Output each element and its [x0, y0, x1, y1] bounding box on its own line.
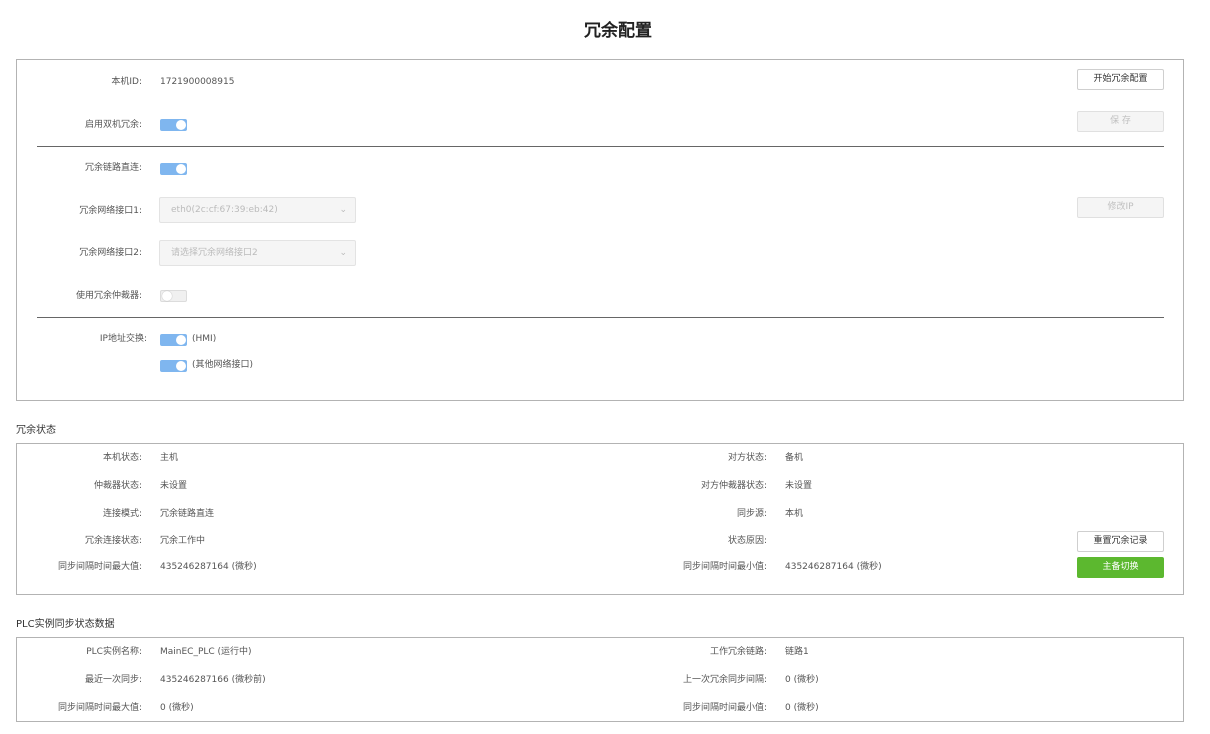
ip-swap-hmi-toggle[interactable]	[160, 334, 187, 346]
plc-min-interval-value: 0 (微秒)	[785, 703, 819, 713]
plc-max-interval-label: 同步间隔时间最大值:	[57, 703, 142, 713]
plc-max-interval-value: 0 (微秒)	[160, 703, 194, 713]
start-redundancy-config-button[interactable]: 开始冗余配置	[1077, 69, 1164, 90]
redundancy-status-panel: 本机状态: 主机 对方状态: 备机 仲裁器状态: 未设置 对方仲裁器状态: 未设…	[16, 443, 1184, 595]
peer-arbiter-label: 对方仲裁器状态:	[700, 481, 767, 491]
iface1-label: 冗余网络接口1:	[79, 206, 142, 216]
iface2-label: 冗余网络接口2:	[79, 248, 142, 258]
prev-interval-value: 0 (微秒)	[785, 675, 819, 685]
chevron-down-icon: ⌄	[339, 248, 347, 258]
peer-state-label: 对方状态:	[727, 453, 767, 463]
iface1-value: eth0(2c:cf:67:39:eb:42)	[171, 205, 278, 215]
iface2-select[interactable]: 请选择冗余网络接口2 ⌄	[159, 240, 356, 266]
redundancy-status-title: 冗余状态	[16, 425, 56, 436]
ip-swap-hmi-label: (HMI)	[192, 334, 217, 344]
arbiter-label: 使用冗余仲裁器:	[75, 291, 142, 301]
ip-swap-other-label: (其他网络接口)	[192, 360, 254, 370]
plc-min-interval-label: 同步间隔时间最小值:	[682, 703, 767, 713]
conn-mode-value: 冗余链路直连	[160, 509, 215, 519]
max-interval-label: 同步间隔时间最大值:	[57, 562, 142, 572]
reset-redundancy-record-button[interactable]: 重置冗余记录	[1077, 531, 1164, 552]
arbiter-state-value: 未设置	[160, 481, 188, 491]
direct-link-toggle[interactable]	[160, 163, 187, 175]
local-state-value: 主机	[160, 453, 179, 463]
last-sync-value: 435246287166 (微秒前)	[160, 675, 266, 685]
conn-state-value: 冗余工作中	[160, 536, 206, 546]
reason-label: 状态原因:	[727, 536, 767, 546]
prev-interval-label: 上一次冗余同步间隔:	[682, 675, 767, 685]
chevron-down-icon: ⌄	[339, 205, 347, 215]
local-id-label: 本机ID:	[111, 77, 142, 87]
ip-swap-other-toggle[interactable]	[160, 360, 187, 372]
page-title: 冗余配置	[584, 21, 652, 41]
min-interval-value: 435246287164 (微秒)	[785, 562, 882, 572]
ip-swap-label: IP地址交换:	[99, 334, 147, 344]
master-backup-switch-button[interactable]: 主备切换	[1077, 557, 1164, 578]
peer-state-value: 备机	[785, 453, 804, 463]
enable-redundancy-toggle[interactable]	[160, 119, 187, 131]
local-id-value: 1721900008915	[160, 77, 235, 87]
work-link-value: 链路1	[785, 647, 809, 657]
plc-name-value: MainEC_PLC (运行中)	[160, 647, 252, 657]
plc-name-label: PLC实例名称:	[86, 647, 142, 657]
conn-state-label: 冗余连接状态:	[84, 536, 142, 546]
peer-arbiter-value: 未设置	[785, 481, 813, 491]
sync-source-label: 同步源:	[736, 509, 767, 519]
last-sync-label: 最近一次同步:	[84, 675, 142, 685]
save-button[interactable]: 保 存	[1077, 111, 1164, 132]
iface1-select[interactable]: eth0(2c:cf:67:39:eb:42) ⌄	[159, 197, 356, 223]
enable-redundancy-label: 启用双机冗余:	[84, 120, 142, 130]
local-state-label: 本机状态:	[102, 453, 142, 463]
iface2-placeholder: 请选择冗余网络接口2	[171, 248, 258, 258]
toggle-knob	[162, 291, 172, 301]
toggle-knob	[176, 361, 186, 371]
arbiter-state-label: 仲裁器状态:	[93, 481, 142, 491]
max-interval-value: 435246287164 (微秒)	[160, 562, 257, 572]
toggle-knob	[176, 335, 186, 345]
section-divider	[37, 317, 1164, 318]
toggle-knob	[176, 120, 186, 130]
sync-source-value: 本机	[785, 509, 804, 519]
redundancy-config-panel: 本机ID: 1721900008915 开始冗余配置 启用双机冗余: 保 存 冗…	[16, 59, 1184, 401]
work-link-label: 工作冗余链路:	[709, 647, 767, 657]
section-divider	[37, 146, 1164, 147]
plc-sync-panel: PLC实例名称: MainEC_PLC (运行中) 工作冗余链路: 链路1 最近…	[16, 637, 1184, 722]
direct-link-label: 冗余链路直连:	[84, 163, 142, 173]
toggle-knob	[176, 164, 186, 174]
conn-mode-label: 连接模式:	[102, 509, 142, 519]
min-interval-label: 同步间隔时间最小值:	[682, 562, 767, 572]
arbiter-toggle[interactable]	[160, 290, 187, 302]
modify-ip-button[interactable]: 修改IP	[1077, 197, 1164, 218]
plc-sync-title: PLC实例同步状态数据	[16, 619, 115, 630]
